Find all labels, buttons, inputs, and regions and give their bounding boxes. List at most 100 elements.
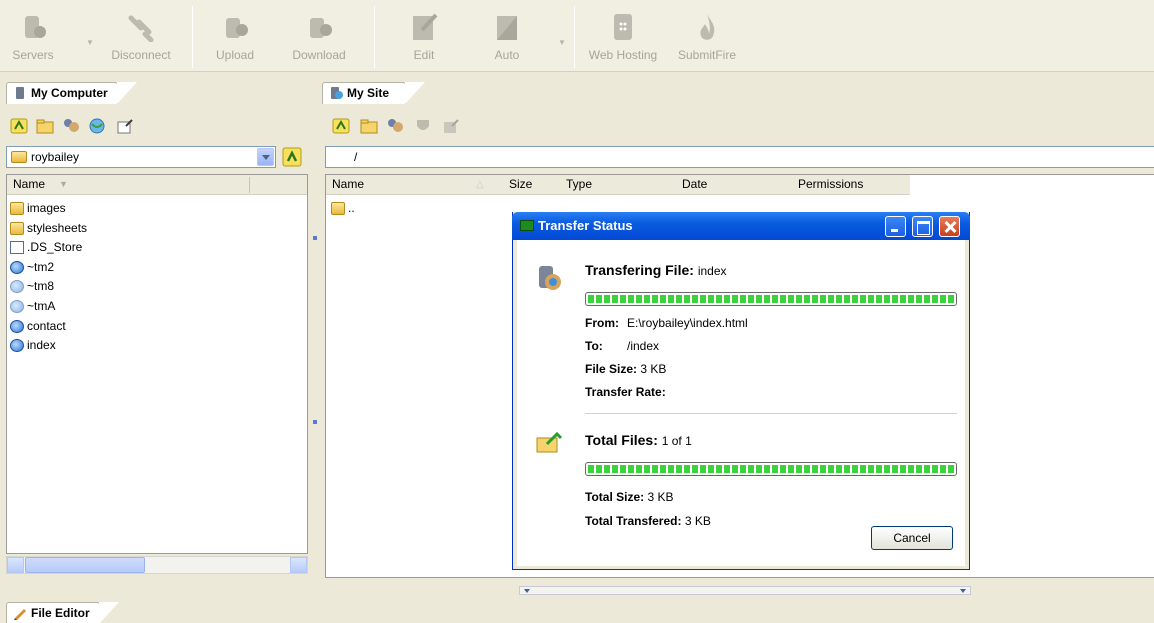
tab-my-site[interactable]: My Site — [322, 82, 406, 104]
transfer-filename: index — [697, 264, 727, 278]
list-item[interactable]: stylesheets — [9, 219, 305, 239]
properties-icon[interactable] — [116, 118, 134, 134]
ie-document-icon — [10, 319, 24, 333]
tab-file-editor-label: File Editor — [31, 606, 90, 620]
toolbar-separator — [192, 6, 193, 68]
tab-my-computer[interactable]: My Computer — [6, 82, 118, 104]
remote-toolbar — [322, 112, 622, 140]
download-button[interactable]: Download — [284, 8, 354, 68]
edit-label: Edit — [413, 48, 435, 62]
disconnect-label: Disconnect — [111, 48, 171, 62]
tab-my-site-label: My Site — [347, 86, 390, 100]
horizontal-scrollbar[interactable] — [6, 556, 308, 574]
minimize-button[interactable] — [885, 216, 906, 237]
column-date[interactable]: Date — [682, 175, 707, 194]
total-transfered-label: Total Transfered: — [585, 514, 682, 528]
maximize-button[interactable] — [912, 216, 933, 237]
refresh-icon[interactable] — [10, 118, 28, 134]
edit-button[interactable]: Edit — [396, 8, 452, 68]
scroll-left-icon[interactable] — [7, 557, 24, 573]
to-label: To: — [585, 339, 603, 353]
cancel-button[interactable]: Cancel — [871, 526, 953, 550]
disconnect-button[interactable]: Disconnect — [104, 8, 178, 68]
file-size-value: 3 KB — [640, 362, 667, 376]
new-folder-icon[interactable] — [360, 118, 378, 134]
file-progress-fill — [588, 295, 954, 303]
from-value: E:\roybailey\index.html — [627, 316, 748, 330]
server-icon — [614, 14, 632, 40]
list-item[interactable]: images — [9, 199, 305, 219]
list-item[interactable]: contact — [9, 317, 305, 337]
from-label: From: — [585, 316, 619, 330]
computer-icon — [16, 87, 24, 99]
auto-icon — [497, 16, 517, 40]
dialog-titlebar[interactable]: Transfer Status — [512, 212, 970, 240]
list-item[interactable]: index — [9, 336, 305, 356]
submitfire-button[interactable]: SubmitFire — [678, 8, 736, 68]
item-name: .. — [348, 201, 355, 215]
users-icon[interactable] — [386, 118, 404, 134]
local-path-combo[interactable]: roybailey — [6, 146, 276, 168]
collapse-left-icon[interactable] — [313, 236, 317, 240]
pencil-icon — [14, 609, 26, 620]
globe-icon[interactable] — [88, 118, 106, 134]
item-name: images — [27, 201, 66, 215]
to-value: /index — [627, 339, 660, 353]
total-files-label: Total Files: — [585, 432, 658, 448]
properties-icon[interactable] — [442, 118, 460, 134]
total-size-value: 3 KB — [647, 490, 674, 504]
servers-button[interactable]: Servers — [4, 8, 62, 68]
sort-down-icon: ▼ — [59, 179, 68, 189]
list-item[interactable]: ~tmA — [9, 297, 305, 317]
column-type[interactable]: Type — [566, 175, 592, 194]
chevron-down-icon[interactable] — [257, 148, 274, 166]
servers-dropdown-icon[interactable]: ▼ — [86, 38, 94, 47]
tab-file-editor[interactable]: File Editor — [6, 602, 100, 623]
folder-icon — [11, 151, 27, 163]
scroll-thumb[interactable] — [25, 557, 145, 573]
users-icon[interactable] — [62, 118, 80, 134]
edit-icon — [413, 13, 438, 40]
total-files-icon — [536, 431, 563, 453]
upload-button[interactable]: Upload — [208, 8, 262, 68]
transfer-status-dialog: Transfer Status Transfering File: index … — [512, 212, 970, 570]
bottom-scroll-bar[interactable] — [519, 586, 971, 595]
file-progress-bar — [585, 292, 957, 306]
column-permissions[interactable]: Permissions — [798, 175, 863, 194]
auto-button[interactable]: Auto — [482, 8, 532, 68]
list-item[interactable]: ~tm2 — [9, 258, 305, 278]
list-item[interactable]: .DS_Store — [9, 238, 305, 258]
transfer-heading: Transfering File: index — [585, 262, 727, 278]
dialog-divider — [585, 413, 957, 414]
total-progress-fill — [588, 465, 954, 473]
folder-icon — [10, 221, 24, 235]
ie-document-icon — [10, 280, 24, 294]
transfer-label: Transfering File: — [585, 262, 694, 278]
shield-icon[interactable] — [414, 118, 432, 134]
refresh-icon[interactable] — [332, 118, 350, 134]
local-toolbar — [6, 112, 306, 140]
panel-splitter[interactable] — [312, 230, 318, 430]
item-name: ~tm2 — [27, 259, 55, 274]
local-file-list: images stylesheets .DS_Store ~tm2 ~tm8 ~tmA co… — [9, 199, 305, 356]
remote-path-field[interactable]: / — [325, 146, 1154, 168]
auto-dropdown-icon[interactable]: ▼ — [558, 38, 566, 47]
close-button[interactable] — [939, 216, 960, 237]
new-folder-icon[interactable] — [36, 118, 54, 134]
column-name[interactable]: Name — [13, 175, 45, 194]
sort-up-icon: △ — [476, 179, 484, 190]
total-files-heading: Total Files: 1 of 1 — [585, 432, 692, 448]
collapse-right-icon[interactable] — [313, 420, 317, 424]
column-size[interactable]: Size — [509, 175, 532, 194]
file-size-label: File Size: — [585, 362, 638, 376]
list-item[interactable]: ~tm8 — [9, 277, 305, 297]
local-column-header: Name ▼ — [7, 175, 307, 195]
go-up-icon[interactable] — [282, 147, 302, 167]
web-hosting-label: Web Hosting — [588, 48, 658, 62]
scroll-right-icon[interactable] — [290, 557, 307, 573]
column-name[interactable]: Name — [332, 175, 364, 194]
item-name: contact — [27, 318, 66, 333]
folder-icon — [331, 202, 345, 215]
item-name: .DS_Store — [27, 240, 83, 255]
web-hosting-button[interactable]: Web Hosting — [584, 8, 662, 68]
